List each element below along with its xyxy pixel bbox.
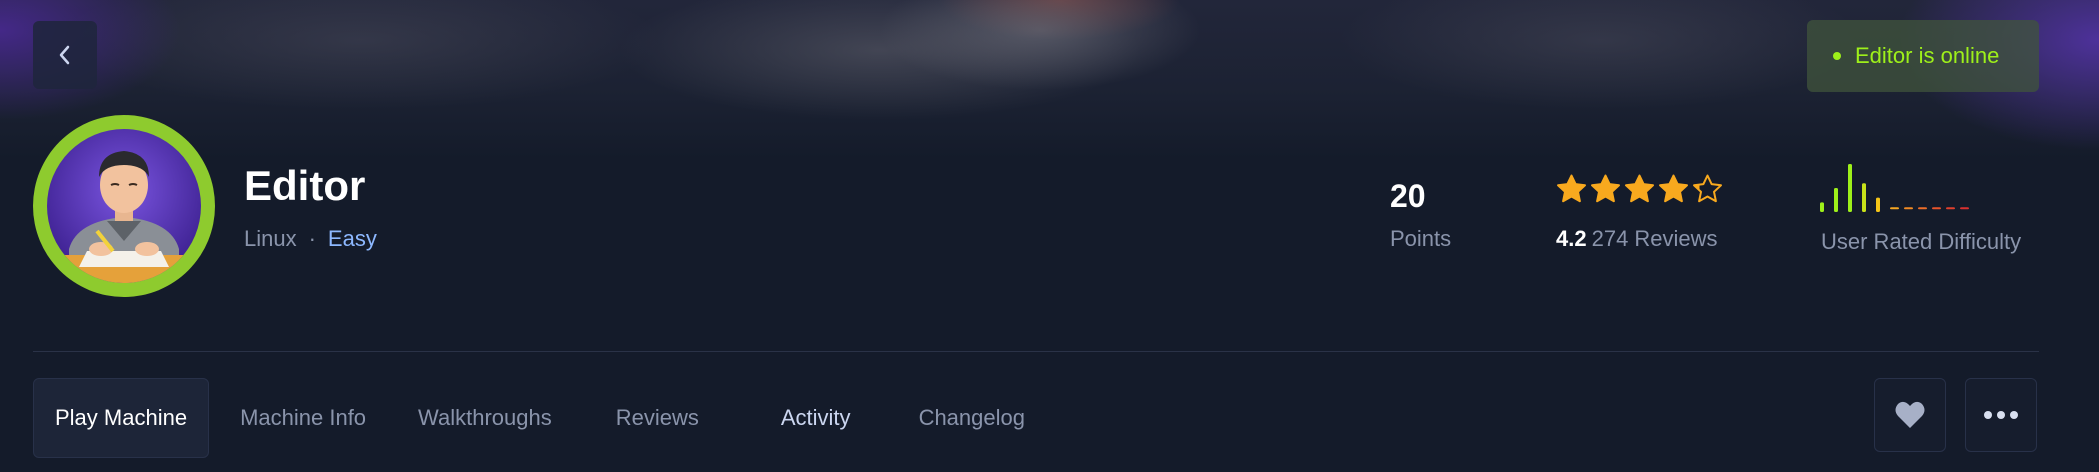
chevron-left-icon xyxy=(59,45,70,65)
difficulty-label: Easy xyxy=(327,226,377,251)
machine-banner xyxy=(0,0,2099,160)
difficulty-chart-label: User Rated Difficulty xyxy=(1821,229,2022,254)
difficulty-bar xyxy=(1876,197,1880,212)
more-horizontal-icon xyxy=(1984,411,2018,419)
rating-value: 4.2 xyxy=(1556,226,1587,251)
back-button[interactable] xyxy=(33,21,97,89)
difficulty-chart xyxy=(1820,164,1969,212)
rating-summary: 4.2 274 Reviews xyxy=(1556,226,1718,252)
difficulty-bar xyxy=(1862,183,1866,212)
machine-subtitle: Linux · Easy xyxy=(244,226,377,252)
rating-stars xyxy=(1556,174,1723,205)
status-badge: Editor is online xyxy=(1807,20,2039,92)
tab-changelog[interactable]: Changelog xyxy=(898,378,1046,458)
star-icon xyxy=(1659,174,1688,203)
star-icon xyxy=(1693,174,1722,203)
divider xyxy=(33,351,2039,352)
difficulty-bar xyxy=(1946,207,1955,210)
difficulty-bar xyxy=(1848,164,1852,212)
difficulty-bar xyxy=(1932,207,1941,210)
status-text: Editor is online xyxy=(1855,43,2000,68)
difficulty-bar xyxy=(1834,188,1838,212)
tab-machine-info[interactable]: Machine Info xyxy=(219,378,387,458)
difficulty-bar xyxy=(1960,207,1969,210)
difficulty-bar xyxy=(1918,207,1927,210)
reviews-count: 274 Reviews xyxy=(1591,226,1718,251)
star-icon xyxy=(1625,174,1654,203)
difficulty-bar xyxy=(1890,207,1899,210)
more-options-button[interactable] xyxy=(1965,378,2037,452)
machine-tabs: Play Machine Machine Info Walkthroughs R… xyxy=(33,378,1046,458)
online-dot-icon xyxy=(1833,52,1841,60)
tab-walkthroughs[interactable]: Walkthroughs xyxy=(397,378,573,458)
machine-avatar xyxy=(33,115,215,297)
difficulty-bar xyxy=(1820,202,1824,212)
tab-activity[interactable]: Activity xyxy=(760,378,872,458)
favorite-button[interactable] xyxy=(1874,378,1946,452)
tab-play-machine[interactable]: Play Machine xyxy=(33,378,210,458)
machine-title: Editor xyxy=(244,162,366,209)
separator: · xyxy=(308,226,316,251)
os-label: Linux xyxy=(244,226,297,251)
points-value: 20 xyxy=(1390,178,1426,214)
tab-reviews[interactable]: Reviews xyxy=(595,378,720,458)
star-icon xyxy=(1557,174,1586,203)
avatar-illustration xyxy=(47,151,201,283)
avatar-image xyxy=(47,129,201,283)
star-icon xyxy=(1591,174,1620,203)
points-label: Points xyxy=(1390,226,1452,251)
heart-icon xyxy=(1895,401,1925,428)
difficulty-bar xyxy=(1904,207,1913,210)
